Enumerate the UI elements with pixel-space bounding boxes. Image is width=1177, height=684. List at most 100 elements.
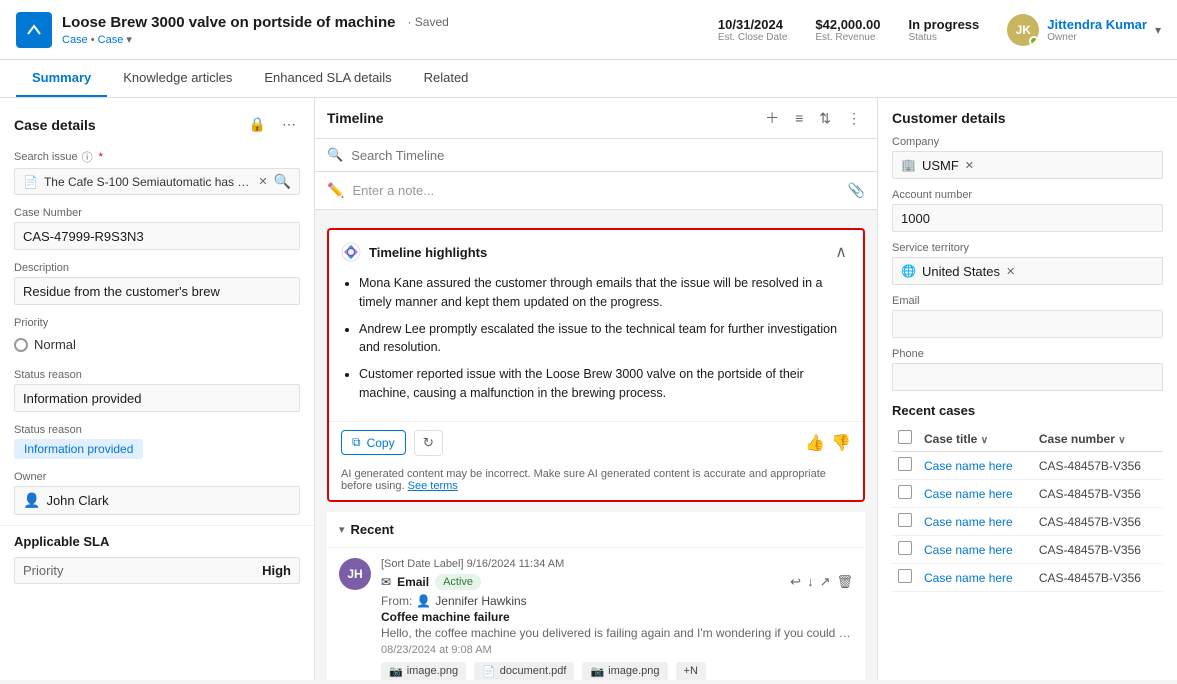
- case-checkbox-2[interactable]: [898, 513, 912, 527]
- tab-summary[interactable]: Summary: [16, 60, 107, 97]
- revenue-meta: $42,000.00 Est. Revenue: [815, 17, 880, 43]
- reply-btn[interactable]: ↩: [790, 574, 801, 590]
- case-checkbox-1[interactable]: [898, 485, 912, 499]
- email-icon: ✉: [381, 575, 391, 589]
- owner-block[interactable]: JK Jittendra Kumar Owner ▾: [1007, 14, 1161, 46]
- sla-title: Applicable SLA: [14, 534, 300, 549]
- forward-btn[interactable]: ↗: [820, 574, 831, 590]
- delete-btn[interactable]: 🗑: [836, 574, 853, 590]
- enter-note-area[interactable]: ✏️ Enter a note... 📎: [315, 172, 877, 210]
- clear-search-issue-btn[interactable]: ✕: [258, 175, 267, 188]
- email-badge: Email: [397, 575, 429, 589]
- case-name-link-1[interactable]: Case name here: [924, 487, 1013, 501]
- top-header: Loose Brew 3000 valve on portside of mac…: [0, 0, 1177, 60]
- email-type-label: ✉ Email Active: [381, 574, 481, 590]
- case-title: Loose Brew 3000 valve on portside of mac…: [62, 14, 395, 31]
- attachment-0[interactable]: 📷 image.png: [381, 662, 466, 681]
- case-title-row: Loose Brew 3000 valve on portside of mac…: [62, 14, 449, 31]
- table-row: Case name here CAS-48457B-V356: [892, 452, 1163, 480]
- highlights-body: Mona Kane assured the customer through e…: [329, 274, 863, 421]
- tab-knowledge-articles[interactable]: Knowledge articles: [107, 60, 248, 97]
- sort-title-icon[interactable]: ∨: [981, 435, 988, 446]
- timeline-search-input[interactable]: [351, 148, 865, 163]
- table-row: Case name here CAS-48457B-V356: [892, 480, 1163, 508]
- doc-icon: 📄: [23, 175, 38, 189]
- status-reason-field2: Status reason Information provided: [0, 418, 314, 465]
- highlights-footer: ⧉ Copy ↻ 👍 👎: [329, 421, 863, 464]
- clear-territory-btn[interactable]: ✕: [1006, 265, 1015, 278]
- attachment-2[interactable]: 📷 image.png: [582, 662, 667, 681]
- case-number-1: CAS-48457B-V356: [1033, 480, 1163, 508]
- case-details-header: Case details 🔒 ⋯: [0, 110, 314, 143]
- email-field: Email: [892, 295, 1163, 338]
- filter-timeline-btn[interactable]: ≡: [791, 108, 807, 128]
- timeline-body: Timeline highlights ∧ Mona Kane assured …: [315, 218, 877, 680]
- file-icon-1: 📄: [482, 665, 496, 678]
- reply-down-btn[interactable]: ↓: [807, 574, 814, 590]
- case-checkbox-0[interactable]: [898, 457, 912, 471]
- case-number-header: Case number ∨: [1033, 426, 1163, 452]
- email-body-preview: Hello, the coffee machine you delivered …: [381, 626, 853, 640]
- case-number-0: CAS-48457B-V356: [1033, 452, 1163, 480]
- thumbs-up-btn[interactable]: 👍: [805, 433, 825, 453]
- sla-priority-value: High: [262, 563, 291, 578]
- priority-label: Priority: [14, 317, 300, 329]
- recent-header[interactable]: ▾ Recent: [327, 512, 865, 548]
- owner-name: Jittendra Kumar: [1047, 17, 1147, 32]
- see-terms-link[interactable]: See terms: [408, 480, 458, 492]
- priority-normal-option[interactable]: Normal: [14, 332, 300, 357]
- case-number-3: CAS-48457B-V356: [1033, 536, 1163, 564]
- description-value: Residue from the customer's brew: [14, 277, 300, 305]
- sort-date-meta: [Sort Date Label] 9/16/2024 11:34 AM: [381, 558, 853, 570]
- thumbs-down-btn[interactable]: 👎: [831, 433, 851, 453]
- status-reason-tag: Information provided: [14, 439, 300, 459]
- attachment-1[interactable]: 📄 document.pdf: [474, 662, 574, 681]
- priority-field: Priority Normal: [0, 311, 314, 363]
- sort-number-icon[interactable]: ∨: [1118, 435, 1125, 446]
- attachment-more[interactable]: +N: [676, 662, 706, 681]
- case-checkbox-3[interactable]: [898, 541, 912, 555]
- header-right: 10/31/2024 Est. Close Date $42,000.00 Es…: [718, 14, 1161, 46]
- recent-title: Recent: [351, 522, 394, 537]
- owner-label: Owner: [1047, 32, 1147, 43]
- case-number-value: CAS-47999-R9S3N3: [14, 222, 300, 250]
- recent-cases-title: Recent cases: [892, 403, 1163, 418]
- highlight-item-2: Customer reported issue with the Loose B…: [359, 365, 851, 403]
- case-checkbox-4[interactable]: [898, 569, 912, 583]
- phone-value: [892, 363, 1163, 391]
- tab-enhanced-sla[interactable]: Enhanced SLA details: [248, 60, 407, 97]
- select-all-checkbox[interactable]: [898, 430, 912, 444]
- cases-table: Case title ∨ Case number ∨ Case name her…: [892, 426, 1163, 592]
- case-name-link-4[interactable]: Case name here: [924, 571, 1013, 585]
- lock-icon-btn[interactable]: 🔒: [245, 114, 270, 135]
- chevron-down-icon[interactable]: ▾: [1155, 23, 1161, 37]
- refresh-button[interactable]: ↻: [414, 430, 443, 456]
- service-territory-field: Service territory 🌐 United States ✕: [892, 242, 1163, 285]
- timeline-header: Timeline ＋ ≡ ⇅ ⋮: [315, 98, 877, 139]
- clear-company-btn[interactable]: ✕: [965, 159, 974, 172]
- collapse-highlights-btn[interactable]: ∧: [831, 240, 851, 264]
- case-name-link-3[interactable]: Case name here: [924, 543, 1013, 557]
- pencil-icon: ✏️: [327, 182, 344, 199]
- search-icon-btn[interactable]: 🔍: [274, 173, 291, 190]
- timeline-search: 🔍: [315, 139, 877, 172]
- case-number-4: CAS-48457B-V356: [1033, 564, 1163, 592]
- app-icon: [16, 12, 52, 48]
- copy-button[interactable]: ⧉ Copy: [341, 430, 406, 455]
- account-number-value: 1000: [892, 204, 1163, 232]
- online-dot: [1029, 36, 1039, 46]
- attach-icon[interactable]: 📎: [848, 182, 865, 199]
- highlights-list: Mona Kane assured the customer through e…: [341, 274, 851, 403]
- more-timeline-btn[interactable]: ⋮: [843, 108, 865, 129]
- case-name-link-0[interactable]: Case name here: [924, 459, 1013, 473]
- add-timeline-btn[interactable]: ＋: [761, 106, 783, 130]
- table-row: Case name here CAS-48457B-V356: [892, 564, 1163, 592]
- company-field: Company 🏢 USMF ✕: [892, 136, 1163, 179]
- status-reason-field1: Status reason Information provided: [0, 363, 314, 418]
- sort-timeline-btn[interactable]: ⇅: [815, 108, 835, 129]
- more-options-btn[interactable]: ⋯: [278, 114, 300, 135]
- main-content: Case details 🔒 ⋯ Search issue ⓘ * 📄 The …: [0, 98, 1177, 680]
- case-name-link-2[interactable]: Case name here: [924, 515, 1013, 529]
- search-issue-input[interactable]: 📄 The Cafe S-100 Semiautomatic has air b…: [14, 168, 300, 195]
- tab-related[interactable]: Related: [408, 60, 485, 97]
